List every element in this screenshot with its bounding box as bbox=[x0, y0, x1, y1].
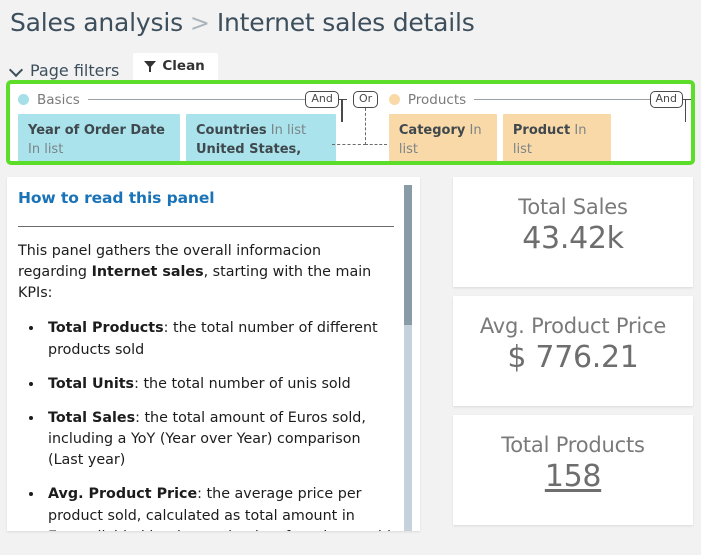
bullet-text: : the total number of unis sold bbox=[134, 375, 351, 392]
funnel-icon bbox=[144, 60, 157, 72]
filter-card-operator: In list bbox=[270, 123, 307, 138]
filter-card-field: Countries bbox=[196, 123, 267, 138]
how-to-read-body: This panel gathers the overall informaci… bbox=[18, 241, 394, 531]
list-item: Total Units: the total number of unis so… bbox=[44, 374, 394, 395]
filter-card-field: Year of Order Date bbox=[28, 123, 165, 138]
page-filters-toolbar: Page filters Clean bbox=[0, 53, 701, 80]
list-item: Total Products: the total number of diff… bbox=[44, 318, 394, 360]
page-filters-label: Page filters bbox=[30, 61, 120, 80]
filter-cards-products: Category In list Bikes Product In list A… bbox=[381, 108, 691, 162]
kpi-value: 158 bbox=[544, 459, 602, 495]
group-color-dot-basics bbox=[18, 94, 29, 105]
kpi-card-column: Total Sales 43.42k Avg. Product Price $ … bbox=[453, 177, 693, 531]
bullet-term: Avg. Product Price bbox=[48, 486, 198, 503]
title-divider bbox=[18, 226, 394, 227]
group-connector-line bbox=[474, 99, 650, 100]
page-filters-toggle[interactable]: Page filters bbox=[10, 61, 119, 80]
filter-card-value: All values bbox=[513, 160, 601, 162]
group-elbow-basics bbox=[341, 99, 343, 122]
group-connector-line bbox=[87, 99, 306, 100]
breadcrumb-current: Internet sales details bbox=[216, 8, 475, 37]
breadcrumb: Sales analysis > Internet sales details bbox=[0, 0, 701, 37]
filter-group-basics-label: Basics bbox=[37, 91, 80, 108]
filter-card[interactable]: Year of Order Date In list 2013 bbox=[18, 114, 180, 162]
filter-card-field: Product bbox=[512, 123, 571, 138]
kpi-card-total-sales[interactable]: Total Sales 43.42k bbox=[453, 177, 693, 287]
clean-filters-button[interactable]: Clean bbox=[133, 53, 218, 80]
how-to-read-title: How to read this panel bbox=[18, 189, 215, 207]
kpi-card-avg-product-price[interactable]: Avg. Product Price $ 776.21 bbox=[453, 296, 693, 406]
panel-scrollbar-thumb[interactable] bbox=[404, 185, 412, 325]
or-horizontal-line-left bbox=[332, 144, 366, 145]
bullet-term: Total Units bbox=[48, 375, 135, 392]
intro-paragraph: This panel gathers the overall informaci… bbox=[18, 241, 394, 304]
breadcrumb-parent[interactable]: Sales analysis bbox=[10, 8, 183, 37]
kpi-value: $ 776.21 bbox=[507, 340, 639, 376]
filter-card-value: United States, Canada bbox=[196, 141, 302, 161]
operator-chip-and-products[interactable]: And bbox=[649, 91, 683, 108]
kpi-label: Total Sales bbox=[518, 194, 628, 219]
list-item: Total Sales: the total amount of Euros s… bbox=[44, 408, 394, 471]
operator-chip-and-basics[interactable]: And bbox=[305, 91, 339, 108]
bullet-term: Total Sales bbox=[48, 409, 136, 426]
kpi-label: Total Products bbox=[501, 432, 645, 457]
filter-bar[interactable]: Basics And Year of Order Date In list 20… bbox=[6, 80, 695, 165]
filter-card[interactable]: Category In list Bikes bbox=[388, 114, 497, 162]
filter-group-products[interactable]: Products And Category In list Bikes Prod… bbox=[381, 84, 691, 161]
filter-group-basics-header: Basics And bbox=[10, 91, 347, 108]
filter-card-value: Bikes bbox=[399, 160, 487, 162]
filter-group-basics[interactable]: Basics And Year of Order Date In list 20… bbox=[10, 84, 347, 161]
intro-text-bold: Internet sales bbox=[91, 264, 204, 281]
panel-scrollbar[interactable] bbox=[404, 185, 412, 531]
kpi-definition-list: Total Products: the total number of diff… bbox=[44, 318, 394, 531]
content-area: How to read this panel This panel gather… bbox=[0, 165, 701, 531]
kpi-label: Avg. Product Price bbox=[479, 313, 667, 338]
chevron-down-icon bbox=[10, 64, 23, 77]
bullet-term: Total Products bbox=[48, 320, 164, 337]
filter-cards-basics: Year of Order Date In list 2013 Countrie… bbox=[10, 108, 347, 162]
how-to-read-panel: How to read this panel This panel gather… bbox=[7, 177, 420, 531]
filter-card-value: 2013 bbox=[28, 160, 170, 162]
operator-chip-or[interactable]: Or bbox=[353, 91, 379, 108]
group-elbow-products bbox=[684, 99, 687, 122]
breadcrumb-separator-icon: > bbox=[189, 9, 210, 37]
list-item: Avg. Product Price: the average price pe… bbox=[44, 484, 394, 531]
filter-card[interactable]: Product In list All values bbox=[502, 114, 611, 162]
group-color-dot-products bbox=[388, 94, 400, 105]
filter-group-products-header: Products And bbox=[381, 91, 691, 108]
or-vertical-line bbox=[365, 108, 366, 145]
filter-card-operator: In list bbox=[28, 141, 64, 157]
filter-groups: Basics And Year of Order Date In list 20… bbox=[10, 84, 691, 161]
kpi-value: 43.42k bbox=[522, 221, 624, 257]
filter-card[interactable]: Countries In list United States, Canada bbox=[186, 114, 336, 161]
filter-group-products-label: Products bbox=[407, 91, 467, 108]
clean-button-label: Clean bbox=[162, 58, 205, 74]
filter-card-field: Category bbox=[398, 123, 466, 138]
kpi-card-total-products[interactable]: Total Products 158 bbox=[453, 415, 693, 525]
